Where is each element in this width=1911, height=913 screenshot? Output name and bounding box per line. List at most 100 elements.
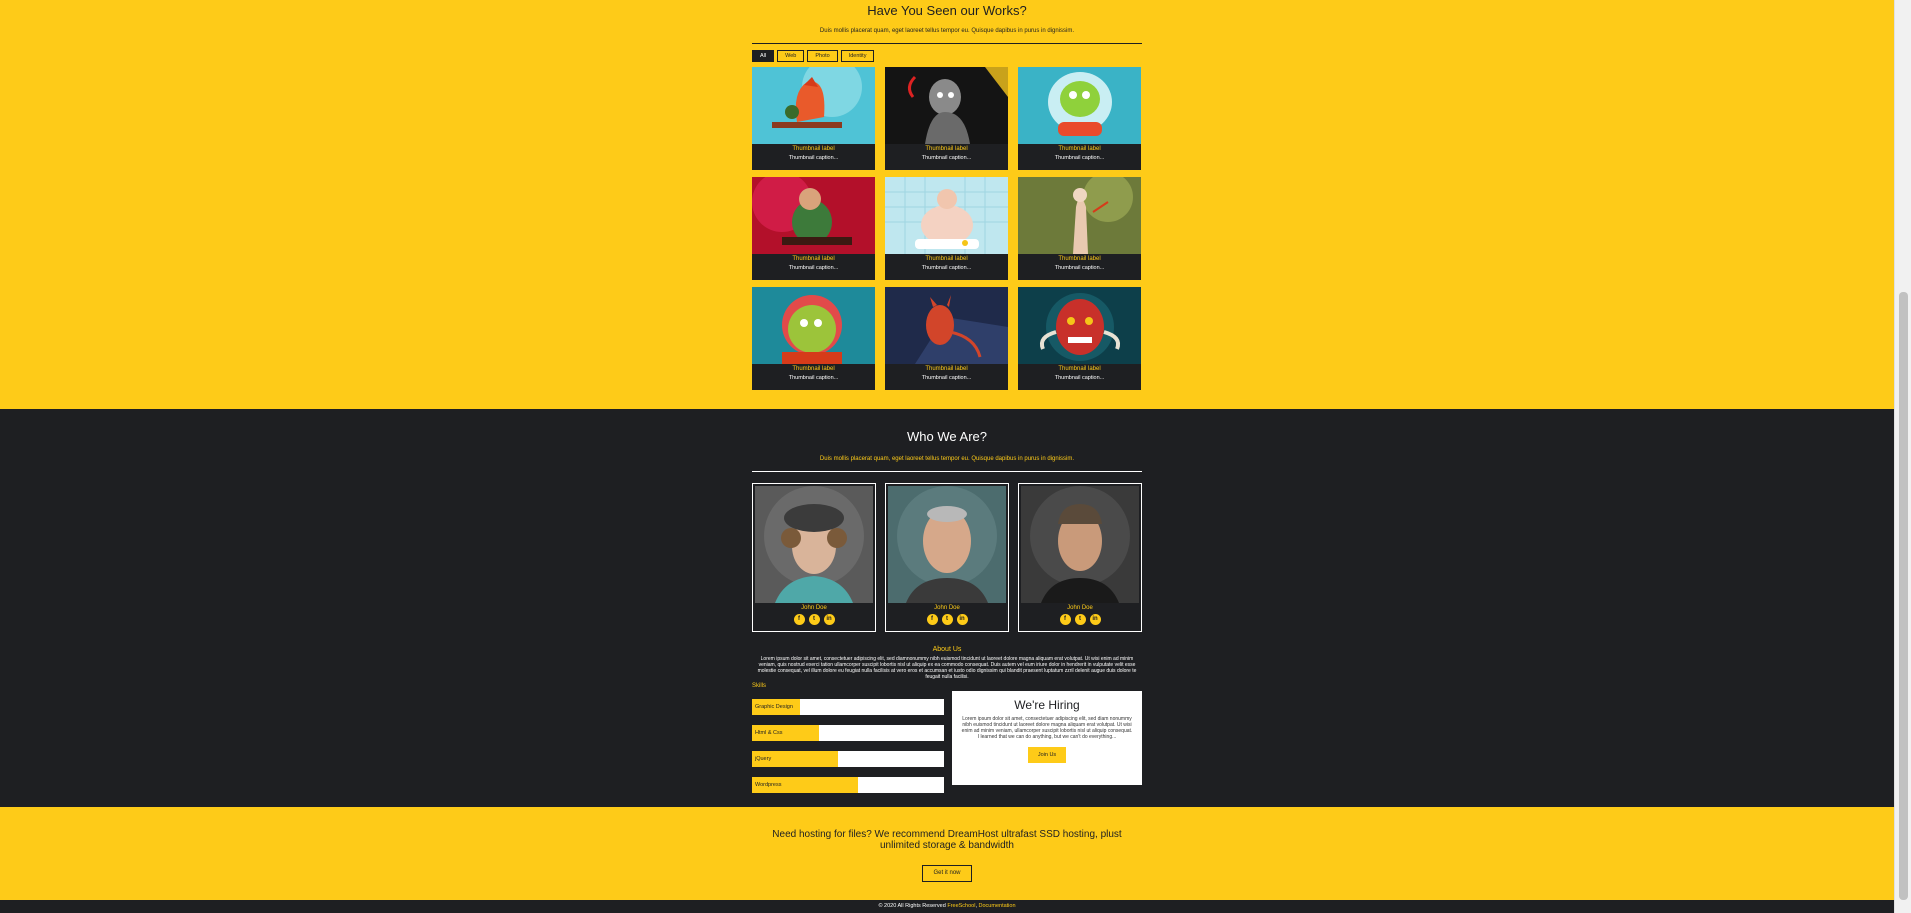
portfolio-image (1018, 177, 1141, 254)
footer-separator: , (975, 903, 977, 909)
team-member-name: John Doe (801, 605, 827, 611)
facebook-icon[interactable]: f (793, 614, 805, 625)
portfolio-thumbnail[interactable]: Thumbnail label Thumbnail caption... (752, 177, 875, 280)
thumbnail-label: Thumbnail label (792, 256, 835, 262)
footer: © 2020 All Rights Reserved FreeSchool, D… (0, 900, 1894, 913)
page-scrollbar[interactable] (1894, 0, 1911, 913)
portfolio-image (885, 177, 1008, 254)
team-members: John Doe f t in John Doe f t in John Doe… (752, 483, 1142, 632)
skills-title: Skills (752, 683, 767, 689)
twitter-icon[interactable]: t (1074, 614, 1086, 625)
thumbnail-caption: Thumbnail caption... (788, 265, 839, 271)
filter-identity-button[interactable]: Identity (840, 50, 875, 62)
facebook-icon[interactable]: f (1059, 614, 1071, 625)
team-member-card: John Doe f t in (885, 483, 1009, 632)
scrollbar-thumb[interactable] (1899, 292, 1908, 900)
thumbnail-label: Thumbnail label (1058, 366, 1101, 372)
hiring-card: We're Hiring Lorem ipsum dolor sit amet,… (952, 691, 1142, 785)
portfolio-image (752, 177, 875, 254)
team-member-socials: f t in (755, 614, 873, 625)
portfolio-thumbnail[interactable]: Thumbnail label Thumbnail caption... (752, 287, 875, 390)
hiring-title: We're Hiring (1014, 698, 1080, 712)
works-subtitle: Duis mollis placerat quam, eget laoreet … (819, 28, 1075, 34)
portfolio-thumbnail[interactable]: Thumbnail label Thumbnail caption... (1018, 67, 1141, 170)
team-member-name: John Doe (1067, 605, 1093, 611)
filter-web-button[interactable]: Web (777, 50, 805, 62)
skill-bar: Html & Css (752, 725, 944, 741)
linkedin-icon[interactable]: in (1089, 614, 1101, 625)
team-member-photo (1021, 486, 1139, 603)
thumbnail-caption: Thumbnail caption... (1054, 375, 1105, 381)
who-title: Who We Are? (907, 429, 987, 444)
skills-and-hiring: Skills Graphic Design Html & Css jQuery (752, 683, 1142, 793)
portfolio-image (1018, 67, 1141, 144)
skill-name: jQuery (755, 756, 772, 762)
who-subtitle: Duis mollis placerat quam, eget laoreet … (819, 456, 1075, 462)
hiring-text: Lorem ipsum dolor sit amet, consectetuer… (961, 716, 1133, 740)
skill-name: Wordpress (755, 782, 782, 788)
team-member-socials: f t in (1021, 614, 1139, 625)
skill-bar: Graphic Design (752, 699, 944, 715)
hosting-text: Need hosting for files? We recommend Dre… (772, 829, 1122, 851)
portfolio-image (885, 67, 1008, 144)
facebook-icon[interactable]: f (926, 614, 938, 625)
thumbnail-caption: Thumbnail caption... (1054, 265, 1105, 271)
thumbnail-label: Thumbnail label (925, 256, 968, 262)
skill-name: Html & Css (755, 730, 783, 736)
portfolio-thumbnail[interactable]: Thumbnail label Thumbnail caption... (1018, 177, 1141, 280)
twitter-icon[interactable]: t (941, 614, 953, 625)
copyright-text: © 2020 All Rights Reserved (878, 903, 946, 909)
team-member-socials: f t in (888, 614, 1006, 625)
team-member-photo (755, 486, 873, 603)
skill-bar: Wordpress (752, 777, 944, 793)
portfolio-image (752, 67, 875, 144)
thumbnail-label: Thumbnail label (792, 366, 835, 372)
team-member-photo (888, 486, 1006, 603)
thumbnail-caption: Thumbnail caption... (788, 375, 839, 381)
thumbnail-label: Thumbnail label (1058, 146, 1101, 152)
about-us-text: Lorem ipsum dolor sit amet, consectetuer… (757, 656, 1137, 680)
twitter-icon[interactable]: t (808, 614, 820, 625)
documentation-link[interactable]: Documentation (979, 903, 1016, 909)
works-divider (752, 43, 1142, 44)
thumbnail-caption: Thumbnail caption... (921, 265, 972, 271)
filter-photo-button[interactable]: Photo (807, 50, 838, 62)
portfolio-thumbnail[interactable]: Thumbnail label Thumbnail caption... (1018, 287, 1141, 390)
works-title: Have You Seen our Works? (867, 3, 1027, 18)
thumbnail-caption: Thumbnail caption... (1054, 155, 1105, 161)
thumbnail-caption: Thumbnail caption... (921, 375, 972, 381)
team-member-card: John Doe f t in (1018, 483, 1142, 632)
portfolio-image (1018, 287, 1141, 364)
portfolio-image (885, 287, 1008, 364)
hosting-section: Need hosting for files? We recommend Dre… (0, 807, 1894, 900)
portfolio-thumbnail[interactable]: Thumbnail label Thumbnail caption... (885, 67, 1008, 170)
thumbnail-label: Thumbnail label (925, 146, 968, 152)
portfolio-image (752, 287, 875, 364)
get-it-now-button[interactable]: Get it now (922, 865, 972, 882)
thumbnail-label: Thumbnail label (925, 366, 968, 372)
linkedin-icon[interactable]: in (823, 614, 835, 625)
who-we-are-section: Who We Are? Duis mollis placerat quam, e… (0, 409, 1894, 807)
about-us-title: About Us (932, 646, 962, 653)
thumbnail-label: Thumbnail label (1058, 256, 1101, 262)
skill-name: Graphic Design (755, 704, 793, 710)
thumbnail-caption: Thumbnail caption... (921, 155, 972, 161)
linkedin-icon[interactable]: in (956, 614, 968, 625)
portfolio-thumbnail[interactable]: Thumbnail label Thumbnail caption... (885, 177, 1008, 280)
portfolio-grid: Thumbnail label Thumbnail caption... Thu (752, 67, 1142, 390)
portfolio-thumbnail[interactable]: Thumbnail label Thumbnail caption... (885, 287, 1008, 390)
join-us-button[interactable]: Join Us (1027, 747, 1067, 763)
team-member-name: John Doe (934, 605, 960, 611)
works-section: Have You Seen our Works? Duis mollis pla… (0, 0, 1894, 409)
portfolio-thumbnail[interactable]: Thumbnail label Thumbnail caption... (752, 67, 875, 170)
thumbnail-label: Thumbnail label (792, 146, 835, 152)
portfolio-filters: All Web Photo Identity (752, 50, 1142, 62)
thumbnail-caption: Thumbnail caption... (788, 155, 839, 161)
team-member-card: John Doe f t in (752, 483, 876, 632)
skills-panel: Skills Graphic Design Html & Css jQuery (752, 683, 944, 793)
skill-bar: jQuery (752, 751, 944, 767)
who-divider (752, 471, 1142, 472)
filter-all-button[interactable]: All (752, 50, 775, 62)
freeschool-link[interactable]: FreeSchool (947, 903, 975, 909)
page: Have You Seen our Works? Duis mollis pla… (0, 0, 1894, 913)
